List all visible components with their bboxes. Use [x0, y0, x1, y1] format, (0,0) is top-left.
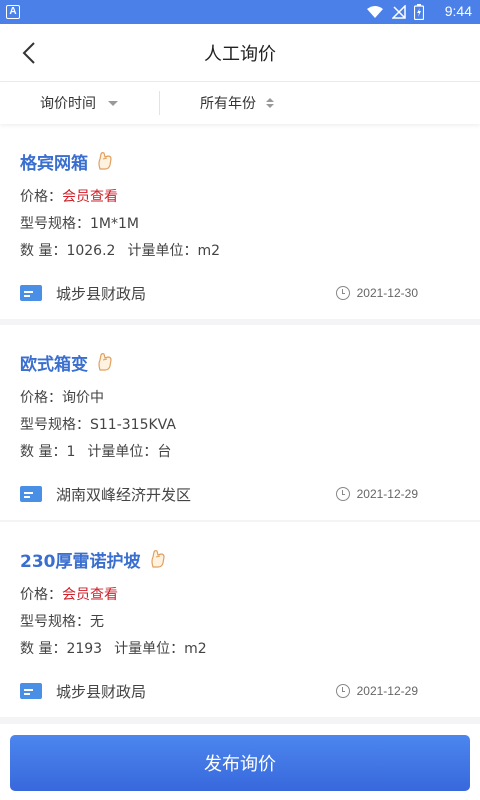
quantity-line: 数 量：1 计量单位：台 [20, 444, 172, 460]
item-title: 欧式箱变 [20, 354, 88, 375]
publish-inquiry-button[interactable]: 发布询价 [10, 735, 470, 791]
item-title: 格宾网箱 [20, 153, 88, 174]
quantity-value: 1026.2 [66, 243, 116, 259]
sort-icon [266, 98, 274, 108]
status-time: 9:44 [444, 3, 472, 19]
list-item[interactable]: 欧式箱变 价格：询价中 型号规格：S11-315KVA 数 量：1 计量单位：台 … [0, 325, 480, 520]
price-value: 询价中 [62, 390, 104, 406]
spec-value: S11-315KVA [90, 417, 176, 433]
status-bar: A 9:44 [0, 0, 480, 24]
battery-icon [414, 4, 424, 20]
spec-line: 型号规格：S11-315KVA [20, 417, 176, 433]
org-card-icon [20, 285, 42, 301]
quantity-line: 数 量：2193 计量单位：m2 [20, 641, 207, 657]
spec-value: 无 [90, 614, 104, 630]
signal-icon [392, 5, 406, 19]
item-date: 2021-12-30 [356, 286, 418, 300]
hand-icon [98, 152, 112, 170]
inquiry-list: 格宾网箱 价格：会员查看 型号规格：1M*1M 数 量：1026.2 计量单位：m… [0, 124, 480, 724]
spec-value: 1M*1M [90, 216, 139, 232]
filter-year[interactable]: 所有年份 [200, 82, 274, 124]
unit-value: 台 [157, 444, 172, 460]
app-notification-icon: A [6, 5, 20, 19]
price-line: 价格：询价中 [20, 390, 104, 406]
filter-bar: 询价时间 所有年份 [0, 82, 480, 124]
filter-label: 所有年份 [200, 96, 256, 112]
org-name: 城步县财政局 [56, 682, 147, 701]
price-value: 会员查看 [62, 587, 118, 603]
unit-value: m2 [197, 243, 220, 259]
spec-line: 型号规格：无 [20, 614, 104, 630]
clock-icon [335, 684, 350, 698]
org-card-icon [20, 683, 42, 699]
item-title: 230厚雷诺护坡 [20, 551, 141, 572]
org-name: 城步县财政局 [56, 284, 147, 303]
quantity-line: 数 量：1026.2 计量单位：m2 [20, 243, 220, 259]
price-line: 价格：会员查看 [20, 189, 118, 205]
quantity-value: 2193 [66, 641, 103, 657]
hand-icon [98, 353, 112, 371]
caret-down-icon [108, 100, 118, 106]
price-value: 会员查看 [62, 189, 118, 205]
status-icons [366, 3, 424, 21]
filter-divider [159, 91, 160, 115]
page-title: 人工询价 [204, 44, 276, 65]
filter-inquiry-time[interactable]: 询价时间 [40, 82, 118, 124]
org-card-icon [20, 486, 42, 502]
clock-icon [335, 487, 350, 501]
price-line: 价格：会员查看 [20, 587, 118, 603]
item-date: 2021-12-29 [356, 684, 418, 698]
unit-value: m2 [184, 641, 207, 657]
list-item[interactable]: 230厚雷诺护坡 价格：会员查看 型号规格：无 数 量：2193 计量单位：m2 … [0, 522, 480, 717]
clock-icon [335, 286, 350, 300]
spec-line: 型号规格：1M*1M [20, 216, 139, 232]
item-date: 2021-12-29 [356, 487, 418, 501]
list-item[interactable]: 格宾网箱 价格：会员查看 型号规格：1M*1M 数 量：1026.2 计量单位：m… [0, 124, 480, 319]
wifi-icon [367, 6, 383, 18]
filter-label: 询价时间 [40, 96, 96, 112]
nav-bar: 人工询价 [0, 24, 480, 82]
quantity-value: 1 [66, 444, 76, 460]
org-name: 湖南双峰经济开发区 [56, 485, 192, 504]
hand-icon [150, 550, 165, 568]
bottom-action-area: 发布询价 [0, 724, 480, 800]
